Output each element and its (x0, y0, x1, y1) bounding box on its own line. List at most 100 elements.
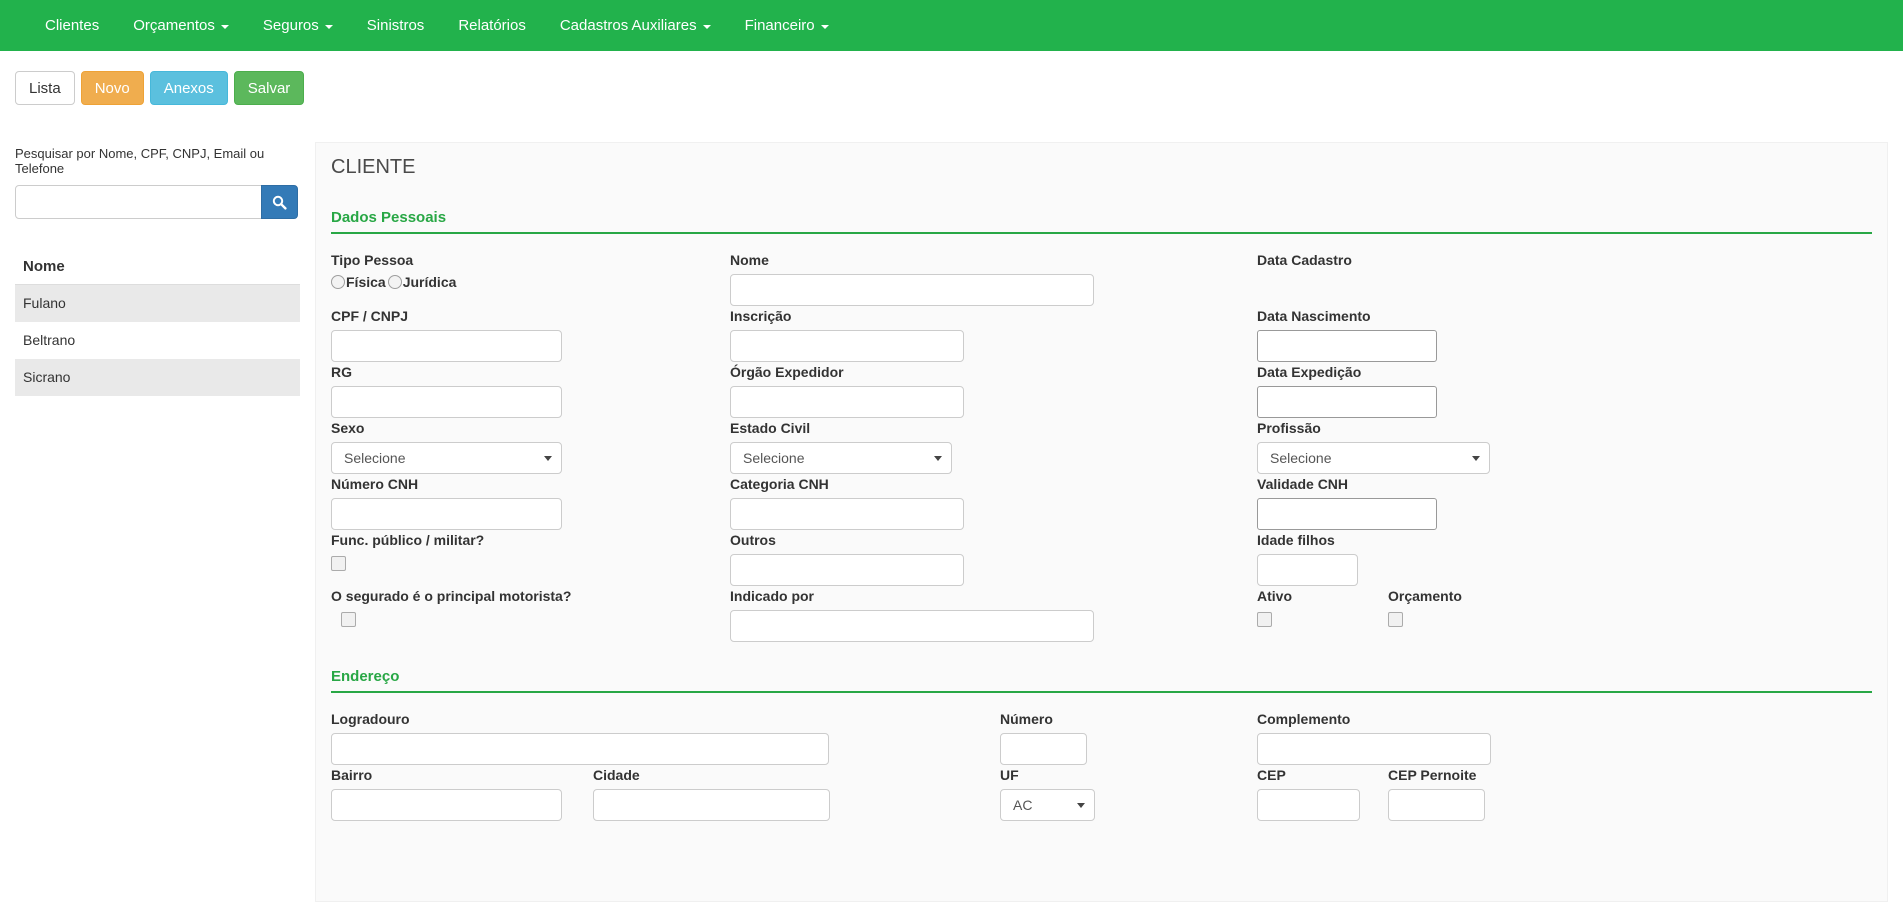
nav-item-sinistros[interactable]: Sinistros (350, 0, 442, 51)
search-button[interactable] (261, 185, 298, 219)
client-list: Nome Fulano Beltrano Sicrano (15, 249, 300, 396)
indicado-por-label: Indicado por (730, 588, 814, 604)
caret-down-icon (820, 24, 829, 29)
idade-filhos-input[interactable] (1257, 554, 1358, 586)
search-label: Pesquisar por Nome, CPF, CNPJ, Email ou … (15, 146, 265, 176)
uf-label: UF (1000, 767, 1019, 783)
nav-item-financeiro[interactable]: Financeiro (728, 0, 846, 51)
client-row[interactable]: Fulano (15, 285, 300, 322)
caret-down-icon (544, 455, 552, 461)
radio-label: Jurídica (402, 274, 457, 290)
cep-input[interactable] (1257, 789, 1360, 821)
salvar-button[interactable]: Salvar (233, 71, 305, 105)
select-value: Selecione (743, 450, 805, 466)
func-publico-checkbox[interactable] (331, 556, 346, 571)
logradouro-input[interactable] (331, 733, 829, 765)
tipo-pessoa-juridica-radio[interactable]: Jurídica (387, 274, 457, 290)
nav-item-label: Financeiro (744, 17, 815, 34)
section-title-endereco: Endereço (331, 668, 400, 685)
radio-icon (387, 275, 402, 289)
nav-item-orcamentos[interactable]: Orçamentos (116, 0, 246, 51)
estado-civil-select[interactable]: Selecione (730, 442, 952, 474)
data-expedicao-label: Data Expedição (1257, 364, 1362, 380)
segurado-motorista-label: O segurado é o principal motorista? (331, 588, 572, 604)
inscricao-input[interactable] (730, 330, 964, 362)
section-divider (331, 691, 1872, 693)
sexo-label: Sexo (331, 420, 365, 436)
numero-cnh-input[interactable] (331, 498, 562, 530)
logradouro-label: Logradouro (331, 711, 410, 727)
idade-filhos-label: Idade filhos (1257, 532, 1335, 548)
nav-item-label: Seguros (262, 17, 319, 34)
complemento-label: Complemento (1257, 711, 1351, 727)
nav-item-relatorios[interactable]: Relatórios (441, 0, 543, 51)
client-form-panel: CLIENTE Dados Pessoais Tipo Pessoa Físic… (315, 142, 1888, 902)
cpf-cnpj-input[interactable] (331, 330, 562, 362)
client-list-header: Nome (15, 249, 300, 285)
numero-label: Número (1000, 711, 1053, 727)
indicado-por-input[interactable] (730, 610, 1094, 642)
caret-down-icon (220, 24, 229, 29)
select-value: Selecione (344, 450, 406, 466)
categoria-cnh-input[interactable] (730, 498, 964, 530)
bairro-label: Bairro (331, 767, 373, 783)
orcamento-checkbox[interactable] (1388, 612, 1403, 627)
sexo-select[interactable]: Selecione (331, 442, 562, 474)
anexos-button[interactable]: Anexos (149, 71, 228, 105)
rg-input[interactable] (331, 386, 562, 418)
radio-label: Física (346, 274, 386, 290)
select-value: AC (1013, 797, 1033, 813)
data-nascimento-input[interactable] (1257, 330, 1437, 362)
client-row[interactable]: Sicrano (15, 359, 300, 396)
nav-item-seguros[interactable]: Seguros (246, 0, 350, 51)
search-input[interactable] (15, 185, 262, 219)
nome-label: Nome (730, 252, 769, 268)
section-title-dados-pessoais: Dados Pessoais (331, 209, 447, 226)
cidade-label: Cidade (593, 767, 640, 783)
nav-item-label: Orçamentos (133, 17, 215, 34)
caret-down-icon (1077, 802, 1085, 808)
data-expedicao-input[interactable] (1257, 386, 1437, 418)
caret-down-icon (324, 24, 333, 29)
bairro-input[interactable] (331, 789, 562, 821)
cep-pernoite-input[interactable] (1388, 789, 1485, 821)
data-cadastro-label: Data Cadastro (1257, 252, 1352, 268)
validade-cnh-input[interactable] (1257, 498, 1437, 530)
outros-input[interactable] (730, 554, 964, 586)
nav-item-label: Relatórios (458, 17, 526, 34)
top-navbar: Clientes Orçamentos Seguros Sinistros Re… (0, 0, 1903, 51)
cidade-input[interactable] (593, 789, 830, 821)
caret-down-icon (702, 24, 711, 29)
ativo-label: Ativo (1257, 588, 1292, 604)
numero-cnh-label: Número CNH (331, 476, 419, 492)
novo-button[interactable]: Novo (80, 71, 144, 105)
inscricao-label: Inscrição (730, 308, 792, 324)
tipo-pessoa-fisica-radio[interactable]: Física (331, 274, 386, 290)
caret-down-icon (934, 455, 942, 461)
profissao-select[interactable]: Selecione (1257, 442, 1490, 474)
segurado-motorista-checkbox[interactable] (341, 612, 356, 627)
nav-item-clientes[interactable]: Clientes (28, 0, 116, 51)
ativo-checkbox[interactable] (1257, 612, 1272, 627)
orgao-expedidor-input[interactable] (730, 386, 964, 418)
uf-select[interactable]: AC (1000, 789, 1095, 821)
action-toolbar: Lista Novo Anexos Salvar (15, 71, 305, 105)
select-value: Selecione (1270, 450, 1332, 466)
search-input-group (15, 185, 298, 219)
section-divider (331, 232, 1872, 234)
lista-button[interactable]: Lista (15, 71, 75, 105)
nome-input[interactable] (730, 274, 1094, 306)
radio-icon (331, 275, 345, 289)
nav-item-cadastros-auxiliares[interactable]: Cadastros Auxiliares (543, 0, 728, 51)
rg-label: RG (331, 364, 352, 380)
numero-input[interactable] (1000, 733, 1087, 765)
complemento-input[interactable] (1257, 733, 1491, 765)
cep-pernoite-label: CEP Pernoite (1388, 767, 1477, 783)
client-row[interactable]: Beltrano (15, 322, 300, 359)
validade-cnh-label: Validade CNH (1257, 476, 1349, 492)
cpf-cnpj-label: CPF / CNPJ (331, 308, 409, 324)
categoria-cnh-label: Categoria CNH (730, 476, 829, 492)
data-nascimento-label: Data Nascimento (1257, 308, 1371, 324)
estado-civil-label: Estado Civil (730, 420, 811, 436)
nav-item-label: Clientes (45, 17, 100, 34)
